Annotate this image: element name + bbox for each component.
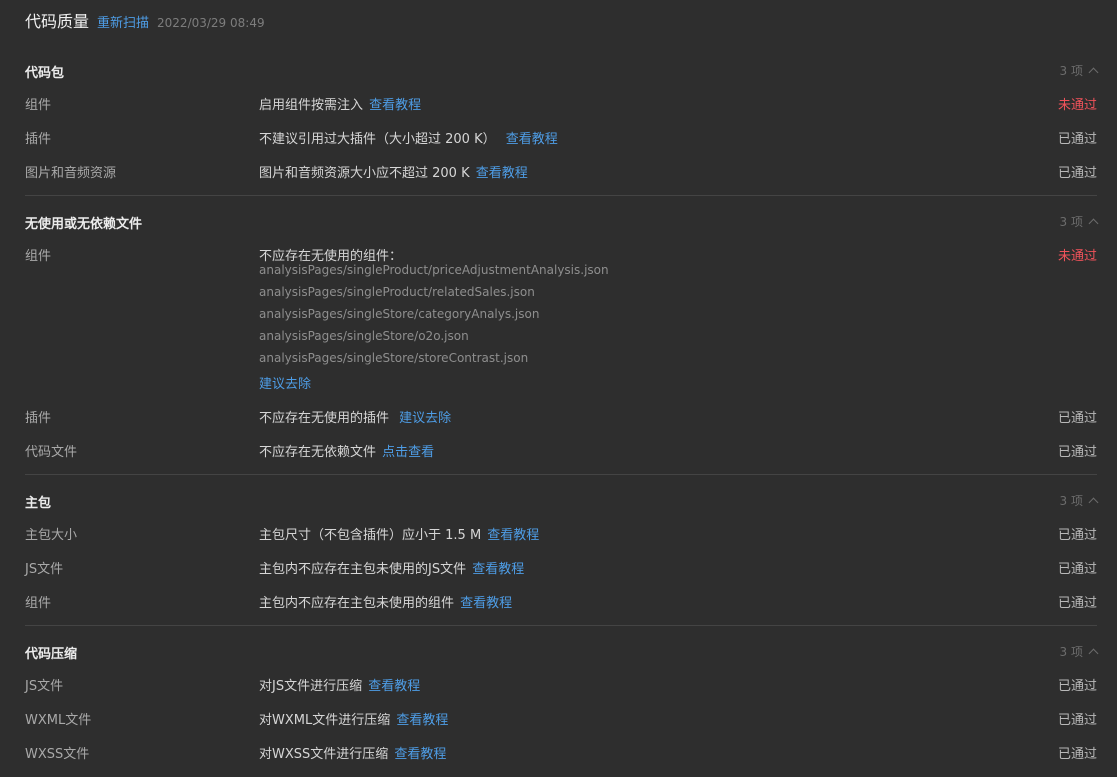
section-count[interactable]: 3 项	[1060, 643, 1099, 660]
section-unused-files: 无使用或无依赖文件 3 项 组件 不应存在无使用的组件： analysisPag…	[25, 211, 1099, 461]
section-title: 无使用或无依赖文件	[25, 217, 143, 232]
chevron-up-icon	[1088, 218, 1099, 229]
status-badge: 未通过	[1057, 98, 1097, 113]
unused-file-path: analysisPages/singleStore/categoryAnalys…	[259, 307, 540, 321]
check-row: 组件 启用组件按需注入 查看教程 未通过	[25, 92, 1097, 113]
section-count[interactable]: 3 项	[1060, 213, 1099, 230]
tutorial-link[interactable]: 查看教程	[476, 166, 528, 181]
check-desc: 主包尺寸（不包含插件）应小于 1.5 M 查看教程	[259, 528, 540, 543]
check-row: 插件 不应存在无使用的插件 建议去除 已通过	[25, 405, 1097, 426]
check-row: 组件 主包内不应存在主包未使用的组件 查看教程 已通过	[25, 590, 1097, 611]
section-divider	[25, 474, 1097, 475]
status-badge: 已通过	[1057, 596, 1097, 611]
check-row: JS文件 对JS文件进行压缩 查看教程 已通过	[25, 673, 1097, 694]
check-name: JS文件	[25, 679, 64, 694]
remove-suggestion-link[interactable]: 建议去除	[399, 411, 451, 426]
status-badge: 已通过	[1057, 679, 1097, 694]
check-name: 组件	[25, 596, 52, 611]
section-divider	[25, 625, 1097, 626]
check-row: 插件 不建议引用过大插件（大小超过 200 K） 查看教程 已通过	[25, 126, 1097, 147]
check-desc: 主包内不应存在主包未使用的JS文件 查看教程	[259, 562, 525, 577]
check-name: 插件	[25, 411, 52, 426]
check-desc: 不应存在无使用的组件：	[259, 249, 403, 264]
check-row: 主包大小 主包尺寸（不包含插件）应小于 1.5 M 查看教程 已通过	[25, 522, 1097, 543]
check-name: 组件	[25, 98, 52, 113]
unused-file-path: analysisPages/singleProduct/relatedSales…	[259, 285, 535, 299]
check-row: JS文件 主包内不应存在主包未使用的JS文件 查看教程 已通过	[25, 556, 1097, 577]
section-code-package: 代码包 3 项 组件 启用组件按需注入 查看教程 未通过 插件 不建议引用过大插…	[25, 60, 1099, 190]
status-badge: 未通过	[1057, 249, 1097, 264]
check-desc: 启用组件按需注入 查看教程	[259, 98, 422, 113]
tutorial-link[interactable]: 查看教程	[394, 747, 446, 762]
rescan-link[interactable]: 重新扫描	[97, 12, 149, 31]
check-desc: 不建议引用过大插件（大小超过 200 K） 查看教程	[259, 132, 558, 147]
unused-file-path: analysisPages/singleStore/storeContrast.…	[259, 351, 529, 365]
panel-header: 代码质量 重新扫描 2022/03/29 08:49	[25, 8, 265, 32]
status-badge: 已通过	[1057, 713, 1097, 728]
view-link[interactable]: 点击查看	[382, 445, 434, 460]
chevron-up-icon	[1088, 497, 1099, 508]
chevron-up-icon	[1088, 67, 1099, 78]
section-divider	[25, 195, 1097, 196]
check-name: 图片和音频资源	[25, 166, 117, 181]
tutorial-link[interactable]: 查看教程	[396, 713, 448, 728]
check-row: WXSS文件 对WXSS文件进行压缩 查看教程 已通过	[25, 741, 1097, 762]
section-header[interactable]: 代码压缩 3 项	[25, 641, 1099, 662]
section-code-compression: 代码压缩 3 项 JS文件 对JS文件进行压缩 查看教程 已通过 WXML文件 …	[25, 641, 1099, 771]
page-title: 代码质量	[25, 12, 90, 31]
check-desc: 不应存在无依赖文件 点击查看	[259, 445, 435, 460]
check-name: WXSS文件	[25, 747, 90, 762]
section-main-package: 主包 3 项 主包大小 主包尺寸（不包含插件）应小于 1.5 M 查看教程 已通…	[25, 490, 1099, 620]
check-desc: 对WXSS文件进行压缩 查看教程	[259, 747, 447, 762]
check-name: WXML文件	[25, 713, 92, 728]
tutorial-link[interactable]: 查看教程	[369, 98, 421, 113]
status-badge: 已通过	[1057, 166, 1097, 181]
unused-file-path: analysisPages/singleStore/o2o.json	[259, 329, 469, 343]
tutorial-link[interactable]: 查看教程	[368, 679, 420, 694]
scan-timestamp: 2022/03/29 08:49	[157, 16, 265, 30]
chevron-up-icon	[1088, 648, 1099, 659]
section-header[interactable]: 无使用或无依赖文件 3 项	[25, 211, 1099, 232]
check-name: JS文件	[25, 562, 64, 577]
tutorial-link[interactable]: 查看教程	[472, 562, 524, 577]
tutorial-link[interactable]: 查看教程	[460, 596, 512, 611]
check-desc: 对WXML文件进行压缩 查看教程	[259, 713, 449, 728]
section-title: 代码压缩	[25, 647, 78, 662]
unused-file-path: analysisPages/singleProduct/priceAdjustm…	[259, 263, 609, 277]
section-title: 代码包	[25, 66, 65, 81]
status-badge: 已通过	[1057, 132, 1097, 147]
check-desc: 图片和音频资源大小应不超过 200 K 查看教程	[259, 166, 528, 181]
check-name: 代码文件	[25, 445, 78, 460]
status-badge: 已通过	[1057, 562, 1097, 577]
check-row: 图片和音频资源 图片和音频资源大小应不超过 200 K 查看教程 已通过	[25, 160, 1097, 181]
remove-suggestion-link[interactable]: 建议去除	[259, 373, 311, 392]
check-desc: 不应存在无使用的插件 建议去除	[259, 411, 452, 426]
code-quality-panel: 代码质量 重新扫描 2022/03/29 08:49 代码包 3 项 组件 启用…	[0, 0, 1117, 777]
section-count[interactable]: 3 项	[1060, 492, 1099, 509]
status-badge: 已通过	[1057, 528, 1097, 543]
status-badge: 已通过	[1057, 445, 1097, 460]
check-row: 组件 不应存在无使用的组件： analysisPages/singleProdu…	[25, 243, 1097, 393]
section-count[interactable]: 3 项	[1060, 62, 1099, 79]
section-header[interactable]: 主包 3 项	[25, 490, 1099, 511]
status-badge: 已通过	[1057, 747, 1097, 762]
check-desc: 对JS文件进行压缩 查看教程	[259, 679, 421, 694]
check-name: 组件	[25, 249, 52, 264]
check-row: WXML文件 对WXML文件进行压缩 查看教程 已通过	[25, 707, 1097, 728]
check-name: 主包大小	[25, 528, 78, 543]
tutorial-link[interactable]: 查看教程	[506, 132, 558, 147]
check-desc: 主包内不应存在主包未使用的组件 查看教程	[259, 596, 513, 611]
check-name: 插件	[25, 132, 52, 147]
section-title: 主包	[25, 496, 52, 511]
tutorial-link[interactable]: 查看教程	[487, 528, 539, 543]
section-header[interactable]: 代码包 3 项	[25, 60, 1099, 81]
status-badge: 已通过	[1057, 411, 1097, 426]
check-row: 代码文件 不应存在无依赖文件 点击查看 已通过	[25, 439, 1097, 460]
